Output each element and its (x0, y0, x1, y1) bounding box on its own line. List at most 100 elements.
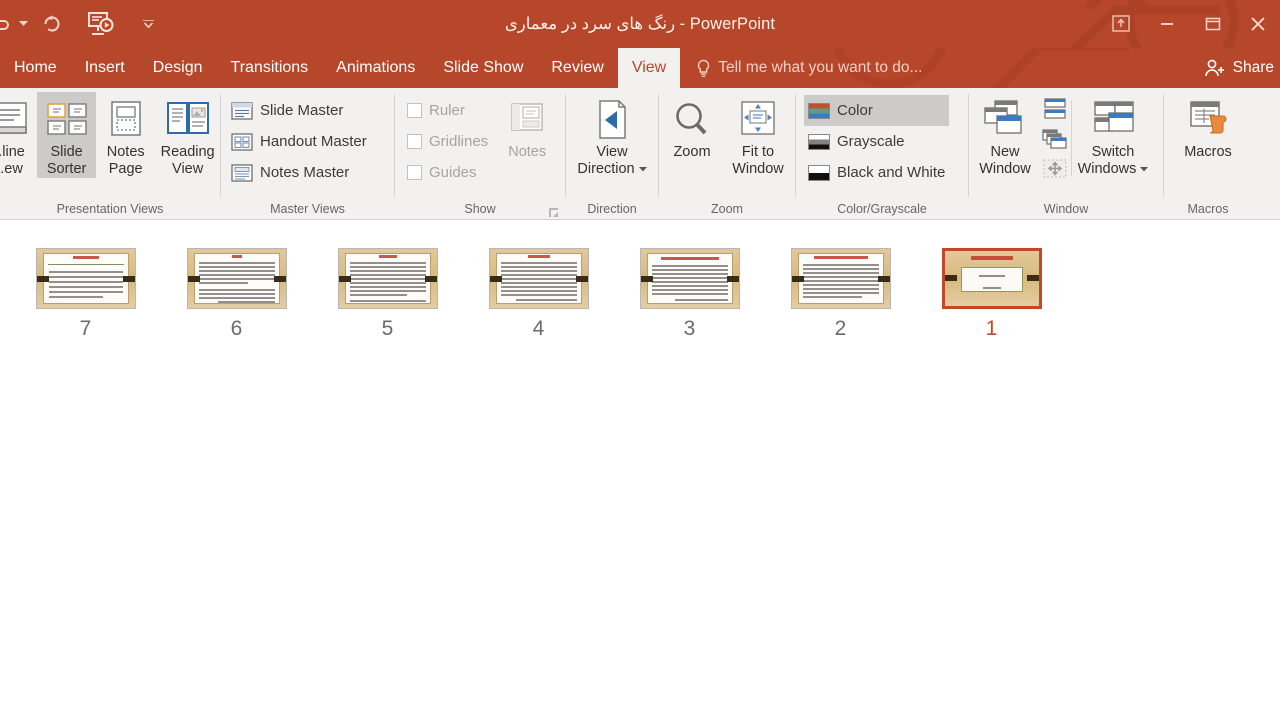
macros-button[interactable]: Macros (1168, 92, 1248, 161)
macros-icon (1185, 96, 1231, 144)
tab-animations[interactable]: Animations (322, 48, 429, 88)
reading-view-label-1: Reading (160, 144, 215, 160)
view-direction-label-2-wrap: Direction (576, 161, 647, 178)
slide-thumbnail[interactable] (639, 248, 740, 309)
share-person-icon (1204, 59, 1224, 77)
slide-number: 6 (230, 317, 243, 340)
ruler-checkbox[interactable]: Ruler (403, 95, 492, 126)
gridlines-label: Gridlines (429, 133, 489, 150)
redo-button[interactable] (32, 4, 72, 44)
slide-sorter-label-1: Slide (50, 144, 83, 160)
black-and-white-icon (808, 164, 830, 181)
handout-master-icon (231, 132, 253, 151)
cascade-icon (1042, 129, 1067, 149)
close-button[interactable] (1236, 0, 1280, 48)
fit-to-window-label-2: Window (732, 161, 784, 177)
slide-thumbnail-selected[interactable] (941, 248, 1042, 309)
ribbon-group-macros: Macros Macros (1164, 88, 1252, 220)
slide-thumbnail-cell[interactable]: 5 (312, 248, 463, 340)
start-from-beginning-button[interactable] (72, 4, 128, 44)
black-and-white-button[interactable]: Black and White (804, 157, 949, 188)
color-button[interactable]: Color (804, 95, 950, 126)
handout-master-button[interactable]: Handout Master (227, 126, 371, 157)
group-label-macros: Macros (1187, 202, 1229, 216)
slide-thumbnail[interactable] (790, 248, 891, 309)
view-direction-label-1: View (596, 144, 628, 160)
minimize-button[interactable] (1144, 0, 1190, 48)
ribbon-tab-strip: Home Insert Design Transitions Animation… (0, 48, 1280, 88)
notes-page-label-1: Notes (106, 144, 145, 160)
tab-slide-show[interactable]: Slide Show (429, 48, 537, 88)
switch-windows-button[interactable]: Switch Windows (1074, 92, 1152, 178)
gridlines-checkbox[interactable]: Gridlines (403, 126, 492, 157)
slide-thumbnail-cell[interactable]: 7 (10, 248, 161, 340)
tell-me-search[interactable]: Tell me what you want to do... (680, 48, 922, 88)
slide-number: 7 (79, 317, 92, 340)
notes-master-button[interactable]: Notes Master (227, 157, 371, 188)
slide-thumbnail[interactable] (35, 248, 136, 309)
switch-windows-label-2: Windows (1077, 161, 1137, 177)
share-label: Share (1232, 59, 1274, 76)
move-split-button[interactable] (1041, 158, 1069, 185)
arrange-all-icon (1044, 98, 1066, 119)
slide-thumbnail[interactable] (488, 248, 589, 309)
slide-master-label: Slide Master (260, 102, 344, 119)
slide-thumbnail-cell[interactable]: 3 (614, 248, 765, 340)
notes-master-label: Notes Master (260, 164, 350, 181)
group-label-show: Show (464, 202, 496, 216)
tab-home[interactable]: Home (0, 48, 71, 88)
undo-button[interactable] (0, 4, 14, 44)
lightbulb-icon (698, 59, 710, 77)
reading-view-label-2: View (172, 161, 204, 177)
slide-master-button[interactable]: Slide Master (227, 95, 371, 126)
slide-sorter-label-2: Sorter (46, 161, 87, 177)
new-window-button[interactable]: New Window (969, 92, 1041, 178)
chevron-down-icon (638, 167, 647, 172)
group-label-window: Window (1043, 202, 1089, 216)
slide-sorter-pane[interactable]: 7 6 5 4 3 2 1 (0, 220, 1280, 720)
slide-thumbnail-cell[interactable]: 2 (765, 248, 916, 340)
tab-view[interactable]: View (617, 48, 681, 88)
notes-page-button[interactable]: Notes Page (96, 92, 155, 178)
fit-to-window-button[interactable]: Fit to Window (723, 92, 793, 178)
tab-review[interactable]: Review (537, 48, 617, 88)
share-button[interactable]: Share (1204, 48, 1280, 88)
ruler-checkbox-box (407, 103, 422, 118)
grayscale-button[interactable]: Grayscale (804, 126, 949, 157)
tab-design[interactable]: Design (139, 48, 217, 88)
handout-master-label: Handout Master (260, 133, 367, 150)
color-label: Color (837, 102, 873, 119)
slide-thumbnail-cell[interactable]: 6 (161, 248, 312, 340)
slide-thumbnail-list: 7 6 5 4 3 2 1 (0, 220, 1280, 340)
outline-view-label-2: ...ew (0, 161, 23, 177)
view-direction-label-2: Direction (577, 161, 635, 177)
customize-quick-access-toolbar[interactable] (128, 4, 168, 44)
switch-windows-icon (1089, 96, 1137, 144)
reading-view-button[interactable]: Reading View (155, 92, 220, 178)
slide-sorter-button[interactable]: Slide Sorter (37, 92, 97, 178)
group-label-direction: Direction (587, 202, 637, 216)
ribbon-group-presentation-views: ...line ...ew Slide Sorter (0, 88, 220, 220)
ribbon-display-options-button[interactable] (1098, 0, 1144, 48)
view-direction-button[interactable]: View Direction (568, 92, 656, 178)
restore-button[interactable] (1190, 0, 1236, 48)
arrange-all-button[interactable] (1041, 98, 1069, 125)
slide-number: 5 (381, 317, 394, 340)
slide-thumbnail[interactable] (337, 248, 438, 309)
slide-thumbnail-cell[interactable]: 1 (916, 248, 1067, 340)
cascade-button[interactable] (1041, 128, 1069, 155)
tab-insert[interactable]: Insert (71, 48, 139, 88)
undo-dropdown[interactable] (14, 4, 32, 44)
reading-view-icon (163, 96, 213, 144)
slide-thumbnail-cell[interactable]: 4 (463, 248, 614, 340)
view-direction-icon (592, 96, 632, 144)
zoom-button[interactable]: Zoom (661, 92, 723, 161)
notes-button[interactable]: Notes (496, 92, 558, 161)
switch-windows-label-2-wrap: Windows (1077, 161, 1150, 178)
tab-transitions[interactable]: Transitions (217, 48, 323, 88)
show-dialog-launcher[interactable] (549, 208, 559, 218)
guides-checkbox[interactable]: Guides (403, 157, 492, 188)
outline-view-button[interactable]: ...line ...ew (0, 92, 37, 178)
slide-thumbnail[interactable] (186, 248, 287, 309)
notes-icon (506, 96, 548, 144)
